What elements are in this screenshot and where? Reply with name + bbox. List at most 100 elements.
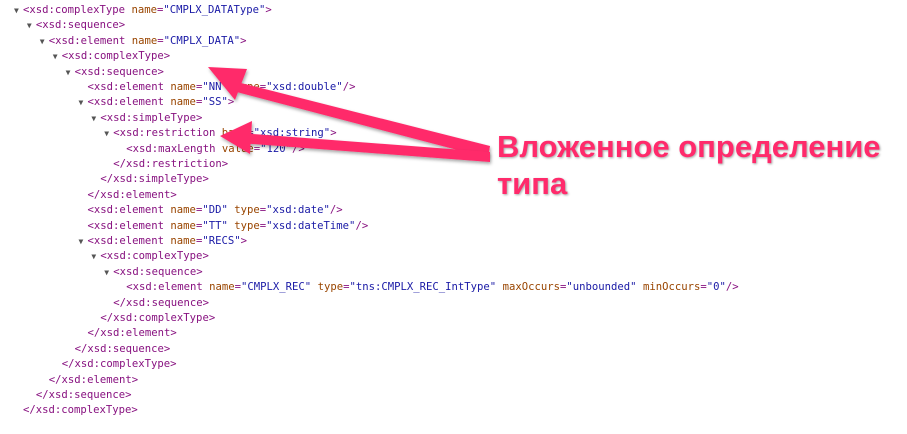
xml-line[interactable]: ▼ <xsd:restriction base="xsd:string"> [104,126,336,141]
xml-attr-name: minOccurs [642,281,701,294]
xml-attr-value: "NN" [202,81,228,93]
xml-attr-value: "CMPLX_DATA" [163,34,241,47]
xml-line: <xsd:element name="CMPLX_REC" type="tns:… [117,280,738,295]
xml-attr-value: "RECS" [202,235,241,247]
xml-tag-text: </xsd:element> [87,327,177,340]
xml-line[interactable]: ▼ <xsd:sequence> [27,18,125,33]
xml-tag-text: </xsd:element> [87,188,177,201]
xml-tag-text: <xsd:sequence> [113,265,203,278]
annotation-callout: Вложенное определение типа [497,129,881,201]
xml-tag-text: <xsd:complexType [23,4,132,16]
xml-line: <xsd:element name="DD" type="xsd:date"/> [79,203,343,218]
xml-line[interactable]: ▼ <xsd:element name="RECS"> [79,234,248,249]
expand-toggle-icon[interactable]: ▼ [53,49,62,64]
expand-toggle-icon[interactable]: ▼ [79,234,88,249]
xml-tag-text: </xsd:sequence> [35,389,132,401]
xml-tag-text: <xsd:element [126,281,210,294]
xml-attr-value: "0" [706,281,726,294]
xml-attr-name: name [131,34,158,47]
xml-tag-text: <xsd:element [87,96,171,109]
xml-attr-name: name [209,281,235,294]
xml-tag-text: </xsd:complexType> [23,404,138,417]
xml-line: <xsd:element name="TT" type="xsd:dateTim… [79,219,369,234]
xml-tag-text: /> [329,204,343,217]
xml-tag-text: <xsd:maxLength [126,142,222,155]
xml-attr-value: "SS" [202,96,228,109]
xml-line[interactable]: ▼ <xsd:sequence> [104,265,202,280]
xml-tag-text: <xsd:element [87,204,171,217]
xml-line[interactable]: ▼ <xsd:element name="SS"> [79,95,235,110]
xml-tag-text: <xsd:complexType> [100,250,209,263]
expand-toggle-icon[interactable]: ▼ [14,3,23,18]
xml-tag-text: <xsd:complexType> [61,50,171,63]
xml-tag-text: <xsd:restriction [113,127,222,140]
xml-attr-value: "xsd:dateTime" [266,219,356,232]
xml-tag-text: <xsd:element [87,219,171,232]
xml-tag-text: > [227,96,235,109]
expand-toggle-icon[interactable]: ▼ [79,95,88,110]
xml-attr-name: base [221,127,248,140]
xml-tag-text: </xsd:complexType> [61,358,177,371]
xml-tag-text: <xsd:sequence> [74,65,164,78]
xml-line: </xsd:sequence> [66,342,171,357]
xml-tag-text: </xsd:element> [48,373,139,386]
xml-line: </xsd:restriction> [104,157,228,172]
xml-tag-text: <xsd:element [87,81,171,93]
xml-tag-text: </xsd:sequence> [74,342,171,355]
expand-toggle-icon[interactable]: ▼ [104,265,113,280]
xml-line: </xsd:complexType> [14,403,138,418]
expand-toggle-icon[interactable]: ▼ [104,126,113,141]
xml-line[interactable]: ▼ <xsd:simpleType> [91,111,202,126]
xml-line: </xsd:complexType> [53,357,177,372]
xml-tag-text: > [330,127,337,140]
xml-tag-text: /> [725,281,739,294]
xml-tag-text: > [240,34,247,47]
xml-line: <xsd:maxLength value="120"/> [117,142,305,157]
xml-attr-name: value [221,142,254,155]
xml-tag-text: <xsd:simpleType> [100,111,203,124]
xml-line: <xsd:element name="NN" type="xsd:double"… [79,80,356,95]
xml-attr-value: "tns:CMPLX_REC_IntType" [349,281,497,294]
xml-attr-value: "unbounded" [566,281,637,294]
xml-tag-text: /> [292,142,305,155]
xml-tag-text: > [240,235,247,247]
xml-tag-text: > [265,4,272,16]
xml-attr-name: name [131,4,157,16]
xml-attr-name: type [234,204,260,217]
xml-line[interactable]: ▼ <xsd:element name="CMPLX_DATA"> [40,34,247,49]
xml-tree-viewer: ▼ <xsd:complexType name="CMPLX_DATAType">… [0,0,907,434]
xml-tag-text: </xsd:simpleType> [100,173,209,186]
xml-attr-name: type [317,281,344,294]
xml-tag-text: </xsd:sequence> [113,296,209,309]
expand-toggle-icon[interactable]: ▼ [40,34,49,49]
xml-line[interactable]: ▼ <xsd:complexType name="CMPLX_DATAType"> [14,3,272,18]
xml-line: </xsd:element> [79,188,177,203]
xml-tag-text: <xsd:element [87,235,171,247]
xml-attr-name: name [170,96,196,109]
xml-attr-value: "xsd:date" [266,204,330,217]
xml-tag-text: /> [355,219,369,232]
xml-attr-value: "xsd:double" [266,81,343,93]
xml-line[interactable]: ▼ <xsd:complexType> [53,49,170,64]
xml-attr-value: "CMPLX_REC" [241,281,312,294]
xml-attr-value: "xsd:string" [253,127,331,140]
xml-tag-text: <xsd:element [48,34,132,47]
xml-line[interactable]: ▼ <xsd:complexType> [91,249,208,264]
xml-tag-text: </xsd:complexType> [100,312,216,324]
xml-attr-name: type [234,81,260,93]
xml-attr-name: maxOccurs [502,281,560,294]
xml-line: </xsd:sequence> [27,388,132,403]
expand-toggle-icon[interactable]: ▼ [27,18,36,33]
xml-attr-value: "TT" [202,219,228,232]
xml-line[interactable]: ▼ <xsd:sequence> [66,65,164,80]
xml-line: </xsd:simpleType> [91,172,208,187]
xml-tag-text: </xsd:restriction> [113,158,229,170]
xml-attr-value: "DD" [202,204,228,217]
xml-attr-value: "CMPLX_DATAType" [163,4,266,16]
xml-tag-text: <xsd:sequence> [35,19,126,32]
xml-line: </xsd:element> [79,326,177,341]
xml-attr-name: name [170,204,196,217]
xml-tag-text: /> [342,81,356,93]
expand-toggle-icon[interactable]: ▼ [66,65,75,80]
xml-line: </xsd:sequence> [104,296,209,311]
